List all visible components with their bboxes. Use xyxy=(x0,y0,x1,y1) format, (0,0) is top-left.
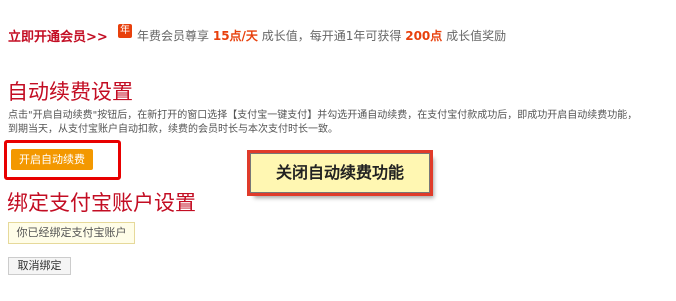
unbind-alipay-button[interactable]: 取消绑定 xyxy=(8,257,71,275)
open-vip-link[interactable]: 立即开通会员>> xyxy=(8,26,108,45)
enable-auto-renew-button[interactable]: 开启自动续费 xyxy=(11,149,93,170)
auto-renew-description: 点击"开启自动续费"按钮后，在新打开的窗口选择【支付宝一键支付】并勾选开通自动续… xyxy=(8,109,673,137)
promo-mid: 成长值，每开通1年可获得 xyxy=(261,29,402,43)
promo-rate: 15点/天 xyxy=(212,29,258,43)
annual-badge-icon: 年 xyxy=(118,24,132,38)
promo-points: 200点 xyxy=(405,29,443,43)
auto-renew-desc-line-1: 点击"开启自动续费"按钮后，在新打开的窗口选择【支付宝一键支付】并勾选开通自动续… xyxy=(8,110,638,121)
auto-renew-desc-line-2: 到期当天，从支付宝账户自动扣款，续费的会员时长与本次支付时长一致。 xyxy=(8,124,338,135)
alipay-bound-status: 你已经绑定支付宝账户 xyxy=(8,222,135,244)
auto-renew-title: 自动续费设置 xyxy=(7,80,133,104)
disable-auto-renew-annotation: 关闭自动续费功能 xyxy=(250,153,430,193)
promo-suffix: 成长值奖励 xyxy=(446,29,507,43)
annual-member-promo-text: 年费会员尊享 15点/天 成长值，每开通1年可获得 200点 成长值奖励 xyxy=(137,27,506,44)
alipay-binding-title: 绑定支付宝账户设置 xyxy=(7,191,196,215)
promo-prefix: 年费会员尊享 xyxy=(137,29,210,43)
